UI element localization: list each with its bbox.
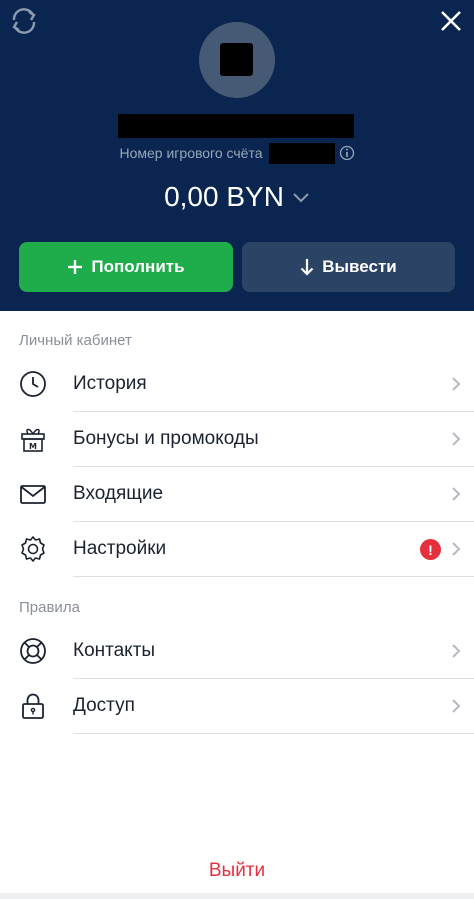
chevron-right-icon — [452, 432, 461, 446]
logout-button[interactable]: Выйти — [0, 860, 474, 882]
menu-item-settings-label: Настройки — [73, 538, 167, 559]
lock-icon — [22, 693, 44, 719]
chevron-right-icon — [452, 699, 461, 713]
username-redacted — [118, 114, 354, 138]
divider — [73, 576, 474, 577]
deposit-button[interactable]: Пополнить — [19, 242, 233, 292]
menu-item-bonuses-label: Бонусы и промокоды — [73, 428, 259, 449]
arrow-down-icon — [300, 259, 314, 276]
withdraw-button[interactable]: Вывести — [242, 242, 455, 292]
withdraw-label: Вывести — [322, 257, 397, 276]
clock-icon — [20, 371, 46, 397]
envelope-icon — [20, 485, 46, 504]
section-title-cabinet: Личный кабинет — [19, 332, 132, 349]
menu-item-contacts[interactable]: Контакты — [0, 624, 474, 679]
chevron-right-icon — [452, 542, 461, 556]
account-header: Номер игрового счёта 0,00 BYN Пополнить … — [0, 0, 474, 311]
menu-item-inbox-label: Входящие — [73, 483, 164, 504]
menu-item-settings[interactable]: Настройки ! — [0, 522, 474, 577]
close-icon[interactable] — [436, 6, 466, 36]
balance-selector[interactable]: 0,00 BYN — [0, 176, 474, 218]
chevron-right-icon — [452, 644, 461, 658]
section-title-rules: Правила — [19, 599, 80, 616]
plus-icon — [68, 260, 83, 274]
balance-value: 0,00 BYN — [164, 181, 284, 212]
lifebuoy-icon — [20, 638, 46, 664]
info-icon[interactable] — [339, 145, 355, 161]
refresh-icon[interactable] — [8, 6, 40, 36]
gear-icon — [21, 536, 45, 562]
settings-alert-badge: ! — [420, 539, 441, 560]
menu-item-history-label: История — [73, 373, 147, 394]
account-number-label: Номер игрового счёта — [119, 145, 263, 161]
chevron-down-icon — [293, 193, 309, 203]
avatar[interactable] — [199, 22, 275, 98]
svg-text:M: M — [29, 442, 37, 451]
menu-item-contacts-label: Контакты — [73, 640, 156, 661]
divider — [73, 733, 474, 734]
avatar-image-redacted — [220, 43, 253, 76]
menu-item-history[interactable]: История — [0, 357, 474, 412]
menu-item-inbox[interactable]: Входящие — [0, 467, 474, 522]
deposit-label: Пополнить — [91, 257, 185, 276]
account-number-row: Номер игрового счёта — [0, 142, 474, 164]
chevron-right-icon — [452, 377, 461, 391]
bottom-strip — [0, 893, 474, 899]
chevron-right-icon — [452, 487, 461, 501]
menu-item-access[interactable]: Доступ — [0, 679, 474, 734]
gift-icon: M — [21, 428, 45, 452]
account-number-redacted — [268, 142, 335, 164]
menu-item-bonuses[interactable]: M Бонусы и промокоды — [0, 412, 474, 467]
menu-item-access-label: Доступ — [73, 695, 135, 716]
